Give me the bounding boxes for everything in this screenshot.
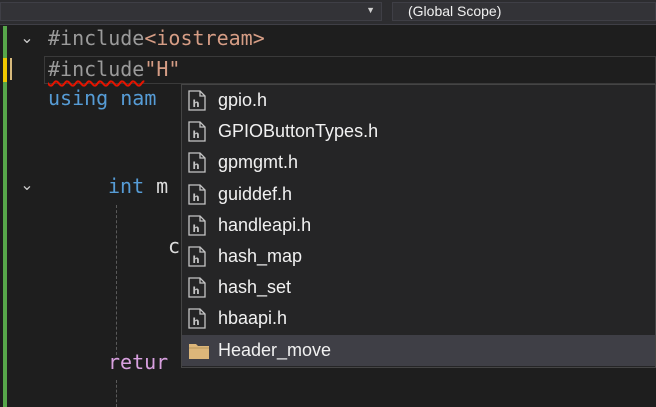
svg-text:h: h: [193, 130, 200, 141]
include-header: "H": [144, 57, 181, 81]
code-line-3[interactable]: using nam: [48, 84, 156, 112]
header-file-icon: h: [188, 152, 206, 174]
scope-dropdown-label: (Global Scope): [408, 3, 502, 19]
code-line-6[interactable]: c: [168, 232, 180, 260]
return-keyword: retur: [108, 350, 169, 374]
completion-item[interactable]: h GPIOButtonTypes.h: [182, 116, 655, 147]
indent-guide: [116, 380, 117, 407]
chevron-down-icon[interactable]: ▼: [366, 5, 375, 15]
svg-text:h: h: [193, 286, 200, 297]
completion-item-label: guiddef.h: [218, 183, 293, 204]
preprocessor-directive: #include: [48, 57, 145, 81]
preprocessor-directive: #include: [48, 26, 145, 50]
keyword: int: [108, 174, 145, 198]
scope-dropdown[interactable]: (Global Scope): [392, 2, 656, 21]
completion-item-label: Header_move: [218, 339, 332, 360]
code-line-2[interactable]: #include"H": [48, 55, 180, 83]
svg-text:h: h: [193, 224, 200, 235]
completion-item[interactable]: h gpmgmt.h: [182, 147, 655, 178]
header-file-icon: h: [188, 184, 206, 205]
collapse-icon[interactable]: ⌄: [20, 178, 34, 194]
header-file-icon: h: [188, 277, 206, 298]
navigation-bar: ▼ (Global Scope): [0, 0, 656, 25]
header-file-icon: h: [188, 121, 206, 142]
collapse-icon[interactable]: ⌄: [20, 31, 34, 47]
code-line-8[interactable]: retur: [108, 348, 168, 376]
code-line-5[interactable]: int m: [108, 172, 168, 200]
completion-item-selected[interactable]: Header_move: [182, 334, 655, 366]
folder-icon: [188, 340, 209, 361]
completion-item-label: hash_map: [218, 246, 303, 267]
header-file-icon: h: [188, 246, 206, 267]
code-line-1[interactable]: #include<iostream>: [48, 24, 265, 52]
completion-item-label: gpmgmt.h: [218, 152, 299, 173]
completion-item-label: handleapi.h: [218, 214, 312, 235]
svg-text:h: h: [193, 255, 200, 266]
completion-item[interactable]: h handleapi.h: [182, 210, 655, 241]
svg-text:h: h: [193, 317, 200, 328]
intellisense-popup: h gpio.h h GPIOButtonTypes.h h gpmgmt.h …: [181, 84, 656, 368]
completion-item[interactable]: h guiddef.h: [182, 179, 655, 210]
keyword: using: [48, 86, 109, 110]
svg-text:h: h: [193, 99, 200, 110]
identifier: m: [156, 174, 169, 198]
header-file-icon: h: [188, 90, 206, 111]
completion-item-label: hbaapi.h: [218, 308, 288, 329]
unsaved-change-marker: [3, 58, 7, 82]
keyword: nam: [120, 86, 157, 110]
completion-item-label: GPIOButtonTypes.h: [218, 121, 379, 142]
change-tracking-bar: [3, 26, 7, 407]
indent-guide: [116, 205, 117, 355]
header-file-icon: h: [188, 215, 206, 236]
project-dropdown[interactable]: ▼: [0, 2, 382, 21]
completion-item-label: hash_set: [218, 277, 292, 298]
header-file-icon: h: [188, 308, 206, 330]
completion-item[interactable]: h hbaapi.h: [182, 303, 655, 334]
completion-item[interactable]: h hash_set: [182, 272, 655, 303]
completion-item[interactable]: h gpio.h: [182, 85, 655, 116]
svg-text:h: h: [193, 161, 200, 172]
completion-item[interactable]: h hash_map: [182, 241, 655, 272]
svg-text:h: h: [193, 193, 200, 204]
include-header: <iostream>: [144, 26, 265, 50]
identifier: c: [168, 234, 181, 258]
current-line-marker: [10, 58, 15, 80]
completion-item-label: gpio.h: [218, 90, 268, 111]
